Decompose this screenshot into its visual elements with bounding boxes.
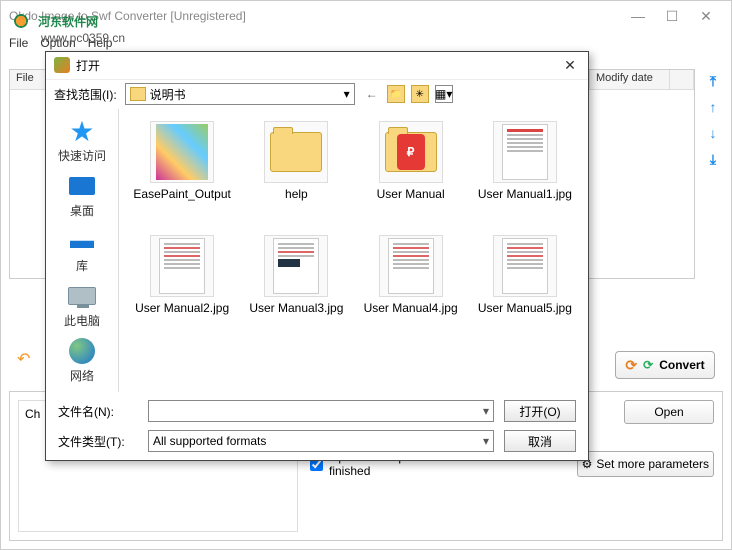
globe-icon <box>69 338 95 364</box>
watermark-url: www.pc0359.cn <box>41 31 125 45</box>
file-item[interactable]: help <box>241 117 351 227</box>
file-label: help <box>285 187 308 201</box>
watermark-logo-icon <box>9 9 33 33</box>
file-label: User Manual5.jpg <box>478 301 572 315</box>
file-item[interactable]: User Manual5.jpg <box>470 231 580 341</box>
nav-newfolder-button[interactable]: ✳ <box>411 85 429 103</box>
file-item[interactable]: EasePaint_Output <box>127 117 237 227</box>
move-top-button[interactable]: ⤒ <box>703 71 723 91</box>
file-thumb <box>264 235 328 297</box>
file-label: User Manual <box>377 187 445 201</box>
file-thumb: ₽ <box>379 121 443 183</box>
star-icon: ★ <box>66 117 98 145</box>
library-icon: ▬ <box>66 227 98 255</box>
watermark-site: 河东软件网 <box>9 9 98 33</box>
desktop-icon <box>69 177 95 195</box>
file-item[interactable]: User Manual2.jpg <box>127 231 237 341</box>
dialog-app-icon <box>54 57 70 73</box>
open-output-button[interactable]: Open <box>624 400 714 424</box>
place-library[interactable]: ▬库 <box>66 227 98 274</box>
file-label: User Manual4.jpg <box>364 301 458 315</box>
dialog-close-button[interactable]: ✕ <box>560 55 580 75</box>
file-thumb <box>150 121 214 183</box>
filetype-select[interactable]: All supported formats <box>148 430 494 452</box>
dialog-cancel-button[interactable]: 取消 <box>504 430 576 452</box>
nav-up-button[interactable]: 📁 <box>387 85 405 103</box>
place-desktop[interactable]: 桌面 <box>66 172 98 219</box>
dialog-title: 打开 <box>76 57 100 74</box>
menu-file[interactable]: File <box>9 36 28 50</box>
file-label: User Manual3.jpg <box>249 301 343 315</box>
main-window: 河东软件网 www.pc0359.cn Okdo Image to Swf Co… <box>0 0 732 550</box>
file-item[interactable]: User Manual4.jpg <box>356 231 466 341</box>
place-network[interactable]: 网络 <box>66 337 98 384</box>
file-item[interactable]: ₽ User Manual <box>356 117 466 227</box>
file-item[interactable]: User Manual1.jpg <box>470 117 580 227</box>
dialog-open-button[interactable]: 打开(O) <box>504 400 576 422</box>
nav-view-button[interactable]: ▦▾ <box>435 85 453 103</box>
convert-icon: ⟳ <box>625 357 637 374</box>
reorder-buttons: ⤒ ↑ ↓ ⤓ <box>703 71 723 169</box>
file-grid[interactable]: EasePaint_Output help ₽ User Manual User Man… <box>118 109 588 392</box>
file-thumb <box>379 235 443 297</box>
file-open-dialog: 打开 ✕ 查找范围(I): 说明书 ▾ ← 📁 ✳ ▦▾ ★快速访问 桌面 ▬库… <box>45 51 589 461</box>
place-thispc[interactable]: 此电脑 <box>64 282 100 329</box>
undo-icon[interactable]: ↶ <box>17 349 30 369</box>
convert-button[interactable]: ⟳⟳ Convert <box>615 351 715 379</box>
set-parameters-button[interactable]: ⚙ Set more parameters <box>577 451 714 477</box>
filename-input[interactable] <box>148 400 494 422</box>
lookup-folder-select[interactable]: 说明书 ▾ <box>125 83 355 105</box>
file-thumb <box>493 121 557 183</box>
filename-label: 文件名(N): <box>58 403 138 420</box>
computer-icon <box>68 287 96 305</box>
folder-icon <box>130 87 146 101</box>
move-up-button[interactable]: ↑ <box>703 97 723 117</box>
file-label: User Manual1.jpg <box>478 187 572 201</box>
close-button[interactable]: ✕ <box>689 1 723 31</box>
file-thumb <box>264 121 328 183</box>
minimize-button[interactable]: — <box>621 1 655 31</box>
lookup-label: 查找范围(I): <box>54 86 117 103</box>
places-sidebar: ★快速访问 桌面 ▬库 此电脑 网络 <box>46 109 118 392</box>
move-down-button[interactable]: ↓ <box>703 123 723 143</box>
file-label: User Manual2.jpg <box>135 301 229 315</box>
titlebar: Okdo Image to Swf Converter [Unregistere… <box>1 1 731 31</box>
place-quick-access[interactable]: ★快速访问 <box>58 117 106 164</box>
move-bottom-button[interactable]: ⤓ <box>703 149 723 169</box>
maximize-button[interactable]: ☐ <box>655 1 689 31</box>
file-label: EasePaint_Output <box>133 187 230 201</box>
col-modify[interactable]: Modify date <box>590 70 670 89</box>
file-thumb <box>150 235 214 297</box>
file-thumb <box>493 235 557 297</box>
window-title: Okdo Image to Swf Converter [Unregistere… <box>9 9 621 23</box>
ch-label: Ch <box>25 407 40 421</box>
file-item[interactable]: User Manual3.jpg <box>241 231 351 341</box>
nav-back-button[interactable]: ← <box>363 85 381 103</box>
filetype-label: 文件类型(T): <box>58 433 138 450</box>
